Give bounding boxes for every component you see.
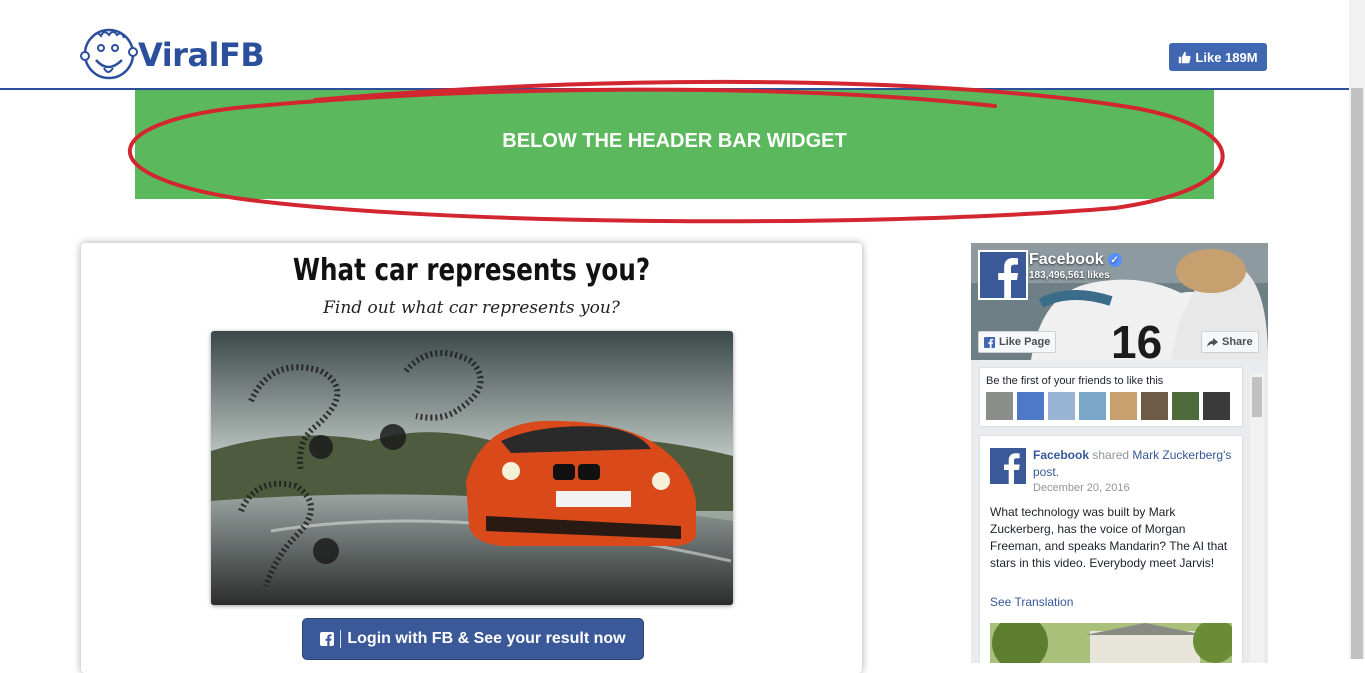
below-header-widget: BELOW THE HEADER BAR WIDGET — [135, 90, 1214, 199]
page-cover-photo[interactable]: 16 Facebook ✓ 183,496,561 likes Like Pag… — [971, 243, 1268, 360]
like-count-label: Like 189M — [1195, 49, 1258, 65]
page-avatar[interactable] — [978, 250, 1028, 300]
thumbs-up-icon — [1179, 51, 1191, 63]
page-scrollbar[interactable] — [1349, 0, 1365, 659]
quiz-title: What car represents you? — [292, 253, 651, 288]
timeline-post: Facebook shared Mark Zuckerberg's post. … — [979, 435, 1243, 663]
widget-label: BELOW THE HEADER BAR WIDGET — [502, 130, 847, 152]
friend-avatar[interactable] — [1017, 392, 1044, 420]
friend-avatar[interactable] — [1141, 392, 1168, 420]
quiz-subtitle: Find out what car represents you? — [323, 298, 620, 318]
svg-text:16: 16 — [1111, 316, 1162, 360]
facebook-f-icon — [984, 336, 995, 348]
login-with-facebook-button[interactable]: Login with FB & See your result now — [302, 618, 644, 660]
scrollbar-thumb[interactable] — [1351, 88, 1363, 659]
quiz-image-car — [211, 331, 733, 605]
post-author-avatar[interactable] — [990, 448, 1026, 484]
login-button-label: Login with FB & See your result now — [347, 630, 626, 647]
like-page-label: Like Page — [999, 336, 1051, 348]
button-separator — [340, 630, 342, 648]
page-name-text: Facebook — [1029, 251, 1104, 268]
friend-avatar[interactable] — [1172, 392, 1199, 420]
friend-avatar[interactable] — [1048, 392, 1075, 420]
post-author-link[interactable]: Facebook — [1033, 448, 1089, 462]
verified-badge-icon: ✓ — [1107, 253, 1122, 267]
friend-avatar[interactable] — [1110, 392, 1137, 420]
logo-text[interactable]: ViralFB — [138, 36, 265, 74]
post-header: Facebook shared Mark Zuckerberg's post. — [1033, 447, 1233, 481]
site-header: ViralFB Like 189M — [0, 0, 1349, 90]
facebook-like-button[interactable]: Like 189M — [1169, 43, 1267, 71]
friend-avatar[interactable] — [986, 392, 1013, 420]
quiz-card: What car represents you? Find out what c… — [81, 243, 862, 673]
plugin-scrollbar[interactable] — [1250, 373, 1264, 663]
share-label: Share — [1222, 336, 1253, 348]
friends-like-text: Be the first of your friends to like thi… — [986, 375, 1164, 387]
friend-avatar[interactable] — [1079, 392, 1106, 420]
post-date[interactable]: December 20, 2016 — [1033, 482, 1130, 494]
like-page-button[interactable]: Like Page — [978, 331, 1057, 353]
share-arrow-icon — [1207, 337, 1218, 347]
plugin-scrollbar-thumb[interactable] — [1252, 377, 1262, 417]
post-body: What technology was built by Mark Zucker… — [990, 505, 1228, 570]
friends-like-box: Be the first of your friends to like thi… — [979, 367, 1243, 427]
page-name[interactable]: Facebook ✓ — [1029, 251, 1122, 269]
friend-avatar[interactable] — [1203, 392, 1230, 420]
facebook-square-icon — [320, 632, 335, 646]
see-translation-link[interactable]: See Translation — [990, 595, 1073, 609]
share-button[interactable]: Share — [1201, 331, 1259, 353]
post-photo[interactable] — [990, 623, 1232, 663]
facebook-page-plugin: 16 Facebook ✓ 183,496,561 likes Like Pag… — [971, 243, 1268, 663]
post-action: shared — [1092, 448, 1130, 462]
page-likes-count: 183,496,561 likes — [1029, 270, 1110, 281]
